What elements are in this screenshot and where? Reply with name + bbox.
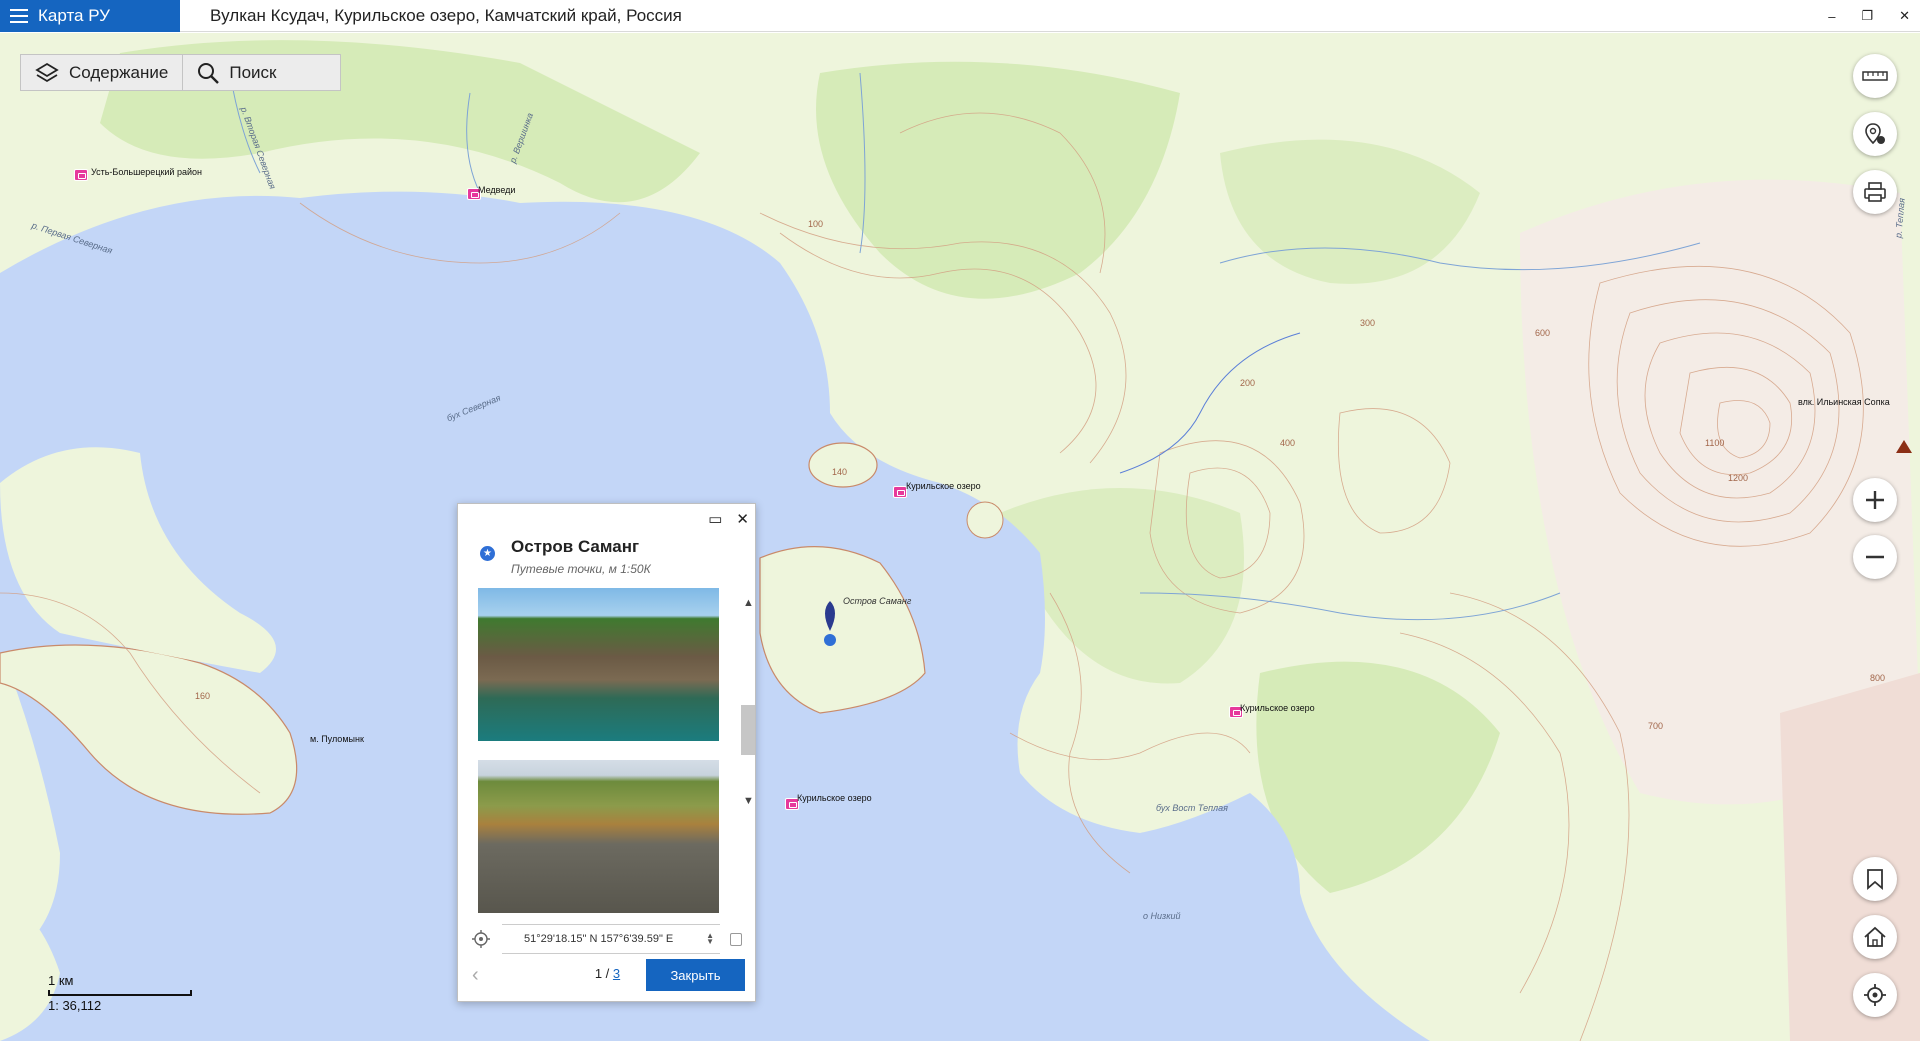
popup-subtitle: Путевые точки, м 1:50К: [511, 562, 651, 576]
title-bar: Карта РУ Вулкан Ксудач, Курильское озеро…: [0, 0, 1920, 32]
format-spinner-icon[interactable]: ▲ ▼: [706, 932, 714, 946]
contour-label: 700: [1648, 721, 1664, 731]
locate-icon: [1864, 984, 1886, 1006]
page-total-link[interactable]: 3: [613, 966, 620, 981]
scale-bar: 1 км 1: 36,112: [48, 973, 192, 1013]
scroll-thumb[interactable]: [741, 705, 755, 755]
minus-icon: [1866, 555, 1884, 559]
plus-icon: [1866, 491, 1884, 509]
map-graphics: [0, 40, 1920, 1041]
popup-close-x-button[interactable]: ✕: [736, 510, 749, 528]
label-samang-island: Остров Саманг: [843, 596, 912, 606]
minimize-button[interactable]: –: [1828, 9, 1835, 24]
poi-kuril-lake-1-icon[interactable]: [893, 486, 907, 498]
popup-maximize-button[interactable]: ▭: [708, 510, 722, 528]
window-controls: – ❐ ✕: [1828, 0, 1910, 32]
place-photo-2[interactable]: [478, 760, 719, 913]
contour-label: 400: [1280, 438, 1296, 448]
copy-icon[interactable]: [730, 932, 742, 946]
popup-controls: ▭ ✕: [708, 510, 749, 528]
label-ust-bolsheretsky: Усть-Большерецкий район: [91, 167, 202, 177]
scale-distance: 1 км: [48, 973, 74, 988]
contour-label: 160: [195, 691, 211, 701]
contour-label: 800: [1870, 673, 1886, 683]
app-title: Карта РУ: [38, 5, 110, 25]
scroll-up-icon[interactable]: ▲: [743, 597, 754, 609]
popup-title: Остров Саманг: [511, 537, 640, 556]
scale-ratio: 1: 36,112: [48, 998, 102, 1013]
restore-button[interactable]: ❐: [1861, 8, 1873, 24]
contour-label: 200: [1240, 378, 1256, 388]
label-bay-vost-teplaya: бух Вост Теплая: [1156, 803, 1228, 813]
scale-line: [48, 990, 192, 996]
place-popup: ▭ ✕ ★ Остров Саманг Путевые точки, м 1:5…: [457, 503, 756, 1002]
contour-label: 1200: [1728, 473, 1749, 483]
printer-icon: [1864, 182, 1886, 202]
window-title: Вулкан Ксудач, Курильское озеро, Камчатс…: [210, 5, 682, 25]
contour-label: 600: [1535, 328, 1551, 338]
map-toolbar: Содержание Поиск: [20, 54, 342, 91]
home-icon: [1864, 926, 1886, 947]
contents-label: Содержание: [69, 62, 169, 82]
page-current: 1 /: [594, 966, 610, 981]
contents-button[interactable]: Содержание: [20, 54, 184, 91]
label-cape-pulomynk: м. Пуломынк: [310, 734, 364, 744]
add-location-icon: [1865, 123, 1885, 145]
print-button[interactable]: [1853, 170, 1897, 214]
zoom-out-button[interactable]: [1853, 535, 1897, 579]
label-medvedi: Медведи: [478, 185, 516, 195]
waypoint-star-icon: ★: [480, 546, 495, 561]
home-button[interactable]: [1853, 915, 1897, 959]
my-location-button[interactable]: [1853, 973, 1897, 1017]
contour-label: 1100: [1705, 438, 1725, 448]
app-menu-button[interactable]: Карта РУ: [0, 0, 180, 32]
search-label: Поиск: [229, 62, 277, 82]
close-popup-button[interactable]: Закрыть: [646, 959, 745, 991]
close-window-button[interactable]: ✕: [1899, 8, 1910, 24]
zoom-in-button[interactable]: [1853, 478, 1897, 522]
label-isl-nizkiy: о Низкий: [1143, 911, 1181, 921]
contour-label: 300: [1360, 318, 1376, 328]
contour-label: 140: [832, 467, 848, 477]
coordinates-row: 51°29'18.15" N 157°6'39.59" E ▲ ▼: [472, 924, 742, 954]
bookmark-icon: [1867, 869, 1883, 890]
coordinates-field[interactable]: 51°29'18.15" N 157°6'39.59" E ▲ ▼: [502, 924, 720, 954]
search-button[interactable]: Поиск: [183, 54, 342, 91]
layers-icon: [35, 62, 59, 82]
poi-ust-bolsheretsky-icon[interactable]: [74, 169, 88, 181]
place-photo-1[interactable]: [478, 588, 719, 741]
scroll-down-icon[interactable]: ▼: [743, 795, 754, 807]
contour-label: 100: [808, 219, 824, 229]
label-kuril-lake-2: Курильское озеро: [1240, 703, 1315, 713]
search-icon: [198, 62, 220, 84]
bookmarks-button[interactable]: [1853, 857, 1897, 901]
label-volcano: влк. Ильинская Сопка: [1798, 397, 1890, 407]
label-kuril-lake-1: Курильское озеро: [906, 481, 981, 491]
photos-scrollbar[interactable]: ▲ ▼: [741, 597, 755, 809]
ruler-icon: [1862, 71, 1888, 81]
map-canvas[interactable]: Усть-Большерецкий район Медведи Курильск…: [0, 33, 1920, 1041]
ruler-button[interactable]: [1853, 54, 1897, 98]
coordinates-value: 51°29'18.15" N 157°6'39.59" E: [524, 933, 674, 945]
target-icon[interactable]: [472, 930, 490, 948]
add-place-button[interactable]: [1853, 112, 1897, 156]
hamburger-icon: [10, 8, 28, 23]
label-kuril-lake-3: Курильское озеро: [797, 793, 872, 803]
